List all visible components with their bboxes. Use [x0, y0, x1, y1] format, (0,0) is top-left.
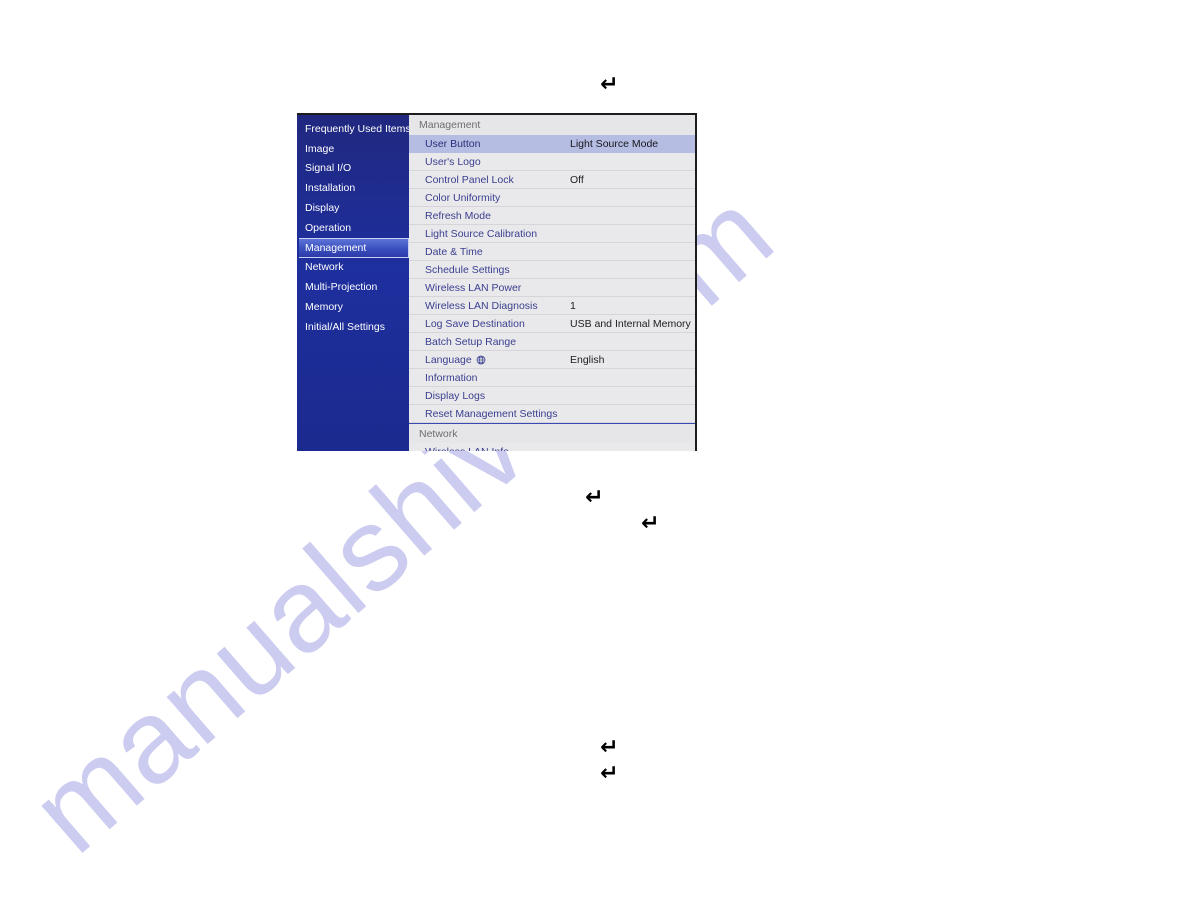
- menu-row-label: Wireless LAN Power: [425, 281, 522, 294]
- menu-row[interactable]: Wireless LAN Power: [409, 279, 695, 297]
- menu-row[interactable]: Refresh Mode: [409, 207, 695, 225]
- menu-row-label-wrap: Wireless LAN Diagnosis: [425, 300, 538, 312]
- menu-row-label-wrap: Information: [425, 372, 478, 384]
- menu-row-label-wrap: Control Panel Lock: [425, 174, 514, 186]
- menu-row[interactable]: User Button Light Source Mode: [409, 135, 695, 153]
- menu-row[interactable]: Light Source Calibration: [409, 225, 695, 243]
- menu-row[interactable]: Control Panel Lock Off: [409, 171, 695, 189]
- osd-sidebar: Frequently Used Items Image Signal I/O Inst…: [297, 115, 411, 451]
- section-header-management: Management: [409, 115, 695, 135]
- menu-row[interactable]: Log Save Destination USB and Internal Mem…: [409, 315, 695, 333]
- menu-row[interactable]: Reset Management Settings: [409, 405, 695, 423]
- sidebar-item-label: Management: [305, 241, 367, 254]
- menu-row-label-wrap: User Button: [425, 138, 480, 150]
- menu-row-label: Language: [425, 353, 472, 366]
- osd-menu-panel: Frequently Used Items Image Signal I/O Inst…: [297, 113, 697, 451]
- menu-row-label-wrap: Batch Setup Range: [425, 336, 516, 348]
- section-header-label: Management: [419, 119, 481, 131]
- menu-row-value: Off: [570, 173, 584, 186]
- menu-row-label: Color Uniformity: [425, 191, 501, 204]
- sidebar-item-label: Multi-Projection: [305, 281, 378, 294]
- menu-row-label-wrap: Language: [425, 354, 486, 366]
- menu-row[interactable]: Color Uniformity: [409, 189, 695, 207]
- sidebar-item-frequently-used-items[interactable]: Frequently Used Items: [297, 119, 411, 139]
- menu-row[interactable]: Display Logs: [409, 387, 695, 405]
- menu-row-label-wrap: Date & Time: [425, 246, 483, 258]
- menu-row-label-wrap: User's Logo: [425, 156, 481, 168]
- menu-row-label: Information: [425, 371, 478, 384]
- menu-row[interactable]: Schedule Settings: [409, 261, 695, 279]
- menu-row-label-wrap: Wireless LAN Power: [425, 282, 521, 294]
- sidebar-item-signal-i-o[interactable]: Signal I/O: [297, 159, 409, 179]
- section-header-label: Network: [419, 427, 458, 440]
- sidebar-item-label: Image: [305, 142, 335, 155]
- sidebar-item-label: Network: [305, 261, 344, 274]
- menu-row-label: Batch Setup Range: [425, 335, 517, 348]
- menu-row-label-wrap: Schedule Settings: [425, 264, 510, 276]
- menu-row-value: Light Source Mode: [570, 137, 659, 150]
- menu-row-value: English: [570, 353, 605, 366]
- menu-row[interactable]: User's Logo: [409, 153, 695, 171]
- menu-row-label: Display Logs: [425, 389, 486, 402]
- menu-row-label: Light Source Calibration: [425, 227, 538, 240]
- sidebar-item-installation[interactable]: Installation: [297, 178, 409, 198]
- menu-row-label-wrap: Log Save Destination: [425, 318, 525, 330]
- sidebar-item-label: Signal I/O: [305, 162, 352, 175]
- menu-row-label: Control Panel Lock: [425, 173, 514, 186]
- menu-row-label-wrap: Refresh Mode: [425, 210, 491, 222]
- menu-row-label: Reset Management Settings: [425, 407, 558, 420]
- sidebar-item-display[interactable]: Display: [297, 198, 409, 218]
- return-arrow-icon: ↵: [600, 735, 619, 760]
- menu-row-label: User Button: [425, 137, 481, 150]
- sidebar-item-label: Operation: [305, 221, 352, 234]
- section-header-network: Network: [409, 423, 695, 443]
- menu-row-value: 1: [570, 299, 576, 312]
- menu-row-label: Wireless LAN Diagnosis: [425, 299, 538, 312]
- return-arrow-icon: ↵: [641, 511, 660, 536]
- sidebar-item-image[interactable]: Image: [297, 139, 409, 159]
- menu-row-value: USB and Internal Memory: [570, 317, 691, 330]
- return-arrow-icon: ↵: [600, 72, 619, 97]
- menu-row-label-wrap: Light Source Calibration: [425, 228, 537, 240]
- osd-content: Management User Button Light Source Mode Us…: [409, 115, 695, 451]
- sidebar-item-label: Memory: [305, 301, 343, 314]
- menu-row-label: Schedule Settings: [425, 263, 510, 276]
- sidebar-item-label: Display: [305, 202, 340, 215]
- menu-row[interactable]: Wireless LAN Diagnosis 1: [409, 297, 695, 315]
- sidebar-item-operation[interactable]: Operation: [297, 218, 409, 238]
- menu-row-label-wrap: Color Uniformity: [425, 192, 500, 204]
- globe-icon: [476, 355, 486, 365]
- menu-row[interactable]: Information: [409, 369, 695, 387]
- sidebar-item-management[interactable]: Management: [299, 237, 409, 258]
- menu-row[interactable]: Language English: [409, 351, 695, 369]
- return-arrow-icon: ↵: [585, 485, 604, 510]
- menu-row-label: Refresh Mode: [425, 209, 491, 222]
- sidebar-item-label: Initial/All Settings: [305, 320, 385, 333]
- menu-row[interactable]: Date & Time: [409, 243, 695, 261]
- sidebar-item-network[interactable]: Network: [297, 258, 409, 278]
- menu-row-label: User's Logo: [425, 155, 481, 168]
- menu-row-label: Wireless LAN Info.: [425, 446, 512, 451]
- sidebar-item-multi-projection[interactable]: Multi-Projection: [297, 277, 409, 297]
- sidebar-item-label: Installation: [305, 182, 356, 195]
- sidebar-item-initial-all-settings[interactable]: Initial/All Settings: [297, 317, 409, 337]
- menu-row-label-wrap: Reset Management Settings: [425, 408, 558, 420]
- sidebar-item-memory[interactable]: Memory: [297, 297, 409, 317]
- menu-row[interactable]: Wireless LAN Info.: [409, 443, 695, 451]
- sidebar-item-label: Frequently Used Items: [305, 122, 411, 135]
- menu-row-label: Log Save Destination: [425, 317, 525, 330]
- menu-row-label-wrap: Wireless LAN Info.: [425, 446, 512, 451]
- menu-row-label: Date & Time: [425, 245, 483, 258]
- menu-row[interactable]: Batch Setup Range: [409, 333, 695, 351]
- return-arrow-icon: ↵: [600, 761, 619, 786]
- menu-row-label-wrap: Display Logs: [425, 390, 485, 402]
